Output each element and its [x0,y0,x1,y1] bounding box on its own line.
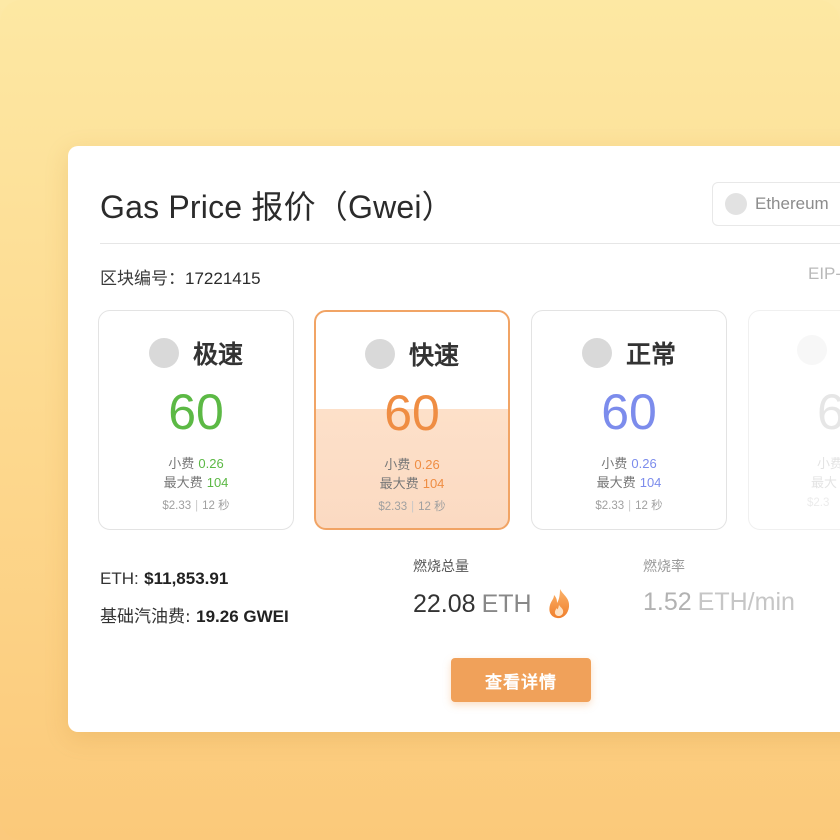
tier-max: 最大费 104 [99,472,293,491]
network-icon [725,193,747,215]
tier-max: 最大 [749,472,840,491]
view-details-button[interactable]: 查看详情 [451,658,591,702]
tier-max: 最大费 104 [316,473,508,492]
burn-total-value: 22.08 [413,589,476,618]
tip-value: 0.26 [414,457,440,472]
tier-footer: $2.33 | 12 秒 [595,500,663,512]
burn-total: 燃烧总量 22.08 ETH [413,556,574,620]
burn-rate: 燃烧率 1.52 ETH/min [643,556,795,617]
block-number-label: 区块编号： [100,269,185,289]
tip-value: 0.26 [631,456,657,471]
tier-tip: 小费 0.26 [316,454,508,473]
max-label: 最大 [811,476,838,491]
max-label: 最大费 [596,476,636,491]
tier-tip: 小费 [749,453,840,472]
base-fee-label: 基础汽油费: [100,607,191,627]
usd-cost: $2.33 [595,500,625,512]
tier-header: 极速 [99,335,293,371]
tier-price: 60 [384,385,440,441]
tier-name: 极速 [192,340,243,369]
gas-price-card: Gas Price 报价（Gwei） Ethereum 区块编号：1722141… [68,146,840,732]
tier-card-fast[interactable]: 快速 60 小费 0.26 最大费 104 $2.33 | 12 秒 [314,310,510,530]
block-number-row: 区块编号：17221415 [100,264,261,289]
usd-cost: $2.3 [807,497,830,509]
burn-rate-value-row: 1.52 ETH/min [643,588,795,617]
burn-rate-label: 燃烧率 [643,559,685,575]
max-label: 最大费 [163,476,203,491]
tier-radio-icon [364,339,395,369]
max-value: 104 [639,475,662,490]
tier-card-fastest[interactable]: 极速 60 小费 0.26 最大费 104 $2.33 | 12 秒 [98,310,294,530]
tier-radio-icon [148,338,179,368]
tier-name: 快速 [408,341,459,370]
tier-header [749,335,840,365]
tier-footer: $2.3 [749,497,840,509]
tier-tip: 小费 0.26 [99,453,293,472]
max-value: 104 [422,476,445,491]
base-fee-row: 基础汽油费: 19.26 GWEI [100,598,289,636]
tier-price: 6 [749,383,840,441]
tier-footer: $2.33 | 12 秒 [378,501,446,513]
tip-label: 小费 [817,457,840,472]
burn-rate-value: 1.52 [643,588,692,616]
network-selector[interactable]: Ethereum [712,182,840,226]
eip-toggle-label[interactable]: EIP- [808,264,840,284]
confirm-time: 12 秒 [202,500,230,512]
network-label: Ethereum [755,194,829,213]
tier-radio-icon [797,335,827,365]
tier-radio-icon [581,338,612,368]
tier-price: 60 [168,384,224,440]
divider [100,243,840,244]
eth-price-row: ETH: $11,853.91 [100,560,289,598]
usd-cost: $2.33 [378,501,408,513]
burn-rate-unit: ETH/min [697,588,795,616]
confirm-time: 12 秒 [635,500,663,512]
tier-tip: 小费 0.26 [532,453,726,472]
base-fee-value: 19.26 GWEI [196,607,289,626]
burn-total-label: 燃烧总量 [413,559,469,575]
tier-name: 正常 [625,340,676,369]
burn-total-unit: ETH [481,589,532,618]
tier-header: 快速 [316,336,508,372]
background: Gas Price 报价（Gwei） Ethereum 区块编号：1722141… [0,0,840,840]
max-label: 最大费 [379,477,419,492]
confirm-time: 12 秒 [418,501,446,513]
usd-cost: $2.33 [162,500,192,512]
tier-header: 正常 [532,335,726,371]
eth-price-value: $11,853.91 [144,569,229,588]
tip-label: 小费 [601,457,628,472]
tier-price: 60 [601,384,657,440]
tip-label: 小费 [384,458,411,473]
tier-footer: $2.33 | 12 秒 [162,500,230,512]
market-stats: ETH: $11,853.91 基础汽油费: 19.26 GWEI [100,560,289,636]
eth-price-label: ETH: [100,569,139,588]
page-title: Gas Price 报价（Gwei） [100,189,454,225]
burn-total-value-row: 22.08 ETH [413,588,574,620]
fire-icon [548,589,569,619]
tier-card-slow[interactable]: 6 小费 最大 $2.3 [748,310,840,530]
tip-value: 0.26 [198,456,224,471]
tier-card-normal[interactable]: 正常 60 小费 0.26 最大费 104 $2.33 | 12 秒 [531,310,727,530]
tier-max: 最大费 104 [532,472,726,491]
max-value: 104 [206,475,229,490]
block-number-value: 17221415 [185,269,261,288]
tip-label: 小费 [168,457,195,472]
